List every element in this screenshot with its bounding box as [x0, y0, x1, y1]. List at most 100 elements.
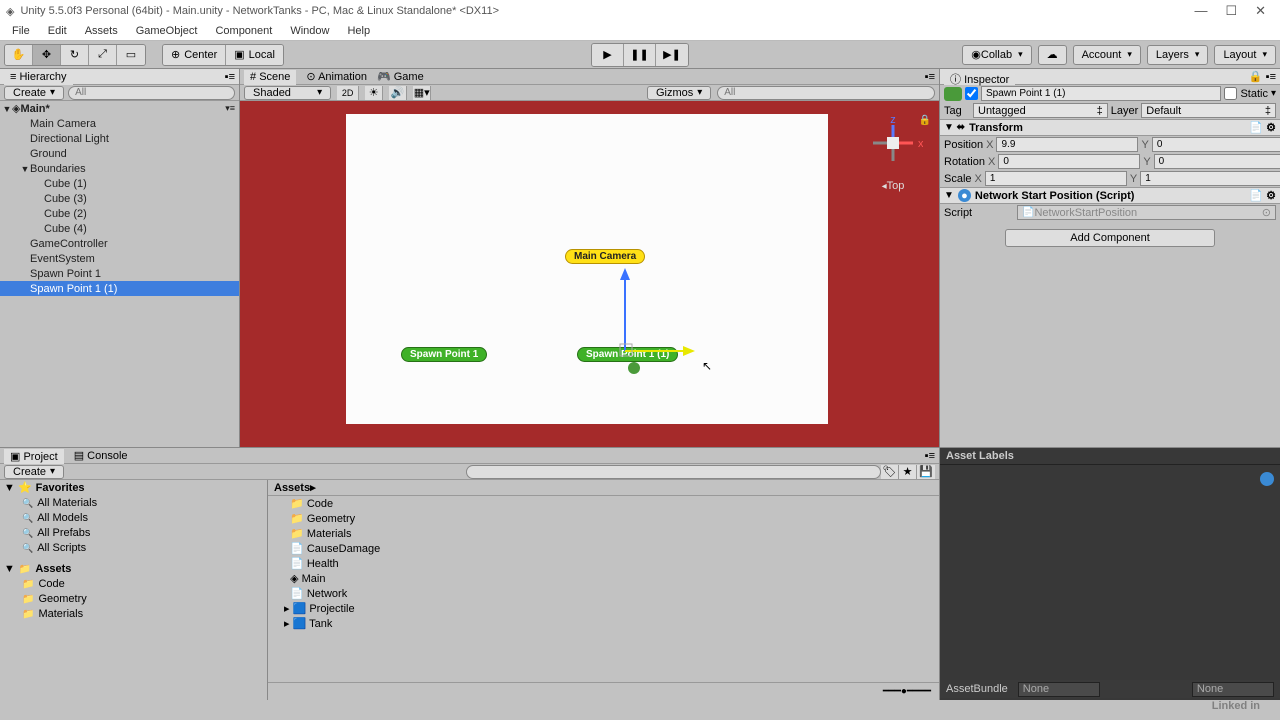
favorite-item[interactable]: All Scripts — [0, 540, 267, 555]
project-menu-icon[interactable]: ▪≡ — [925, 450, 935, 462]
hierarchy-item[interactable]: Directional Light — [0, 131, 239, 146]
panel-menu-icon[interactable]: ▪≡ — [225, 71, 235, 83]
shading-dropdown[interactable]: Shaded ▾ — [244, 86, 331, 100]
hierarchy-item[interactable]: EventSystem — [0, 251, 239, 266]
hierarchy-item[interactable]: Spawn Point 1 (1) — [0, 281, 239, 296]
scene-root[interactable]: ▼◈ Main*▾≡ — [0, 101, 239, 116]
hierarchy-item[interactable]: Spawn Point 1 — [0, 266, 239, 281]
account-dropdown[interactable]: Account — [1073, 45, 1141, 65]
project-item[interactable]: ▸ 🟦 Tank — [268, 616, 939, 631]
pause-button[interactable]: ❚❚ — [624, 44, 656, 66]
step-button[interactable]: ▶❚ — [656, 44, 688, 66]
asset-label-add-icon[interactable] — [1260, 472, 1274, 486]
favorite-item[interactable]: All Models — [0, 510, 267, 525]
inspector-tab[interactable]: ⓘ Inspector — [944, 70, 1015, 85]
asset-folder-item[interactable]: Materials — [0, 606, 267, 621]
lock-icon[interactable]: 🔒 — [919, 115, 931, 126]
orientation-gizmo[interactable]: z x ◂Top — [863, 113, 923, 192]
active-checkbox[interactable] — [965, 87, 978, 100]
2d-toggle[interactable]: 2D — [337, 86, 359, 100]
hierarchy-create-dropdown[interactable]: Create ▾ — [4, 86, 64, 100]
scale-y-field[interactable] — [1140, 171, 1280, 186]
hierarchy-item[interactable]: ▼Boundaries — [0, 161, 239, 176]
script-field[interactable]: 📄NetworkStartPosition⊙ — [1017, 205, 1276, 220]
project-create-dropdown[interactable]: Create ▾ — [4, 465, 64, 479]
search-filter-icon[interactable]: 🏷 — [881, 465, 899, 479]
hierarchy-search[interactable] — [68, 86, 235, 100]
asset-folder-item[interactable]: Geometry — [0, 591, 267, 606]
cloud-button[interactable]: ☁ — [1038, 45, 1067, 65]
project-item[interactable]: 📁 Code — [268, 496, 939, 511]
object-name-field[interactable] — [981, 86, 1221, 101]
tab-animation[interactable]: ⊙ Animation — [306, 70, 367, 83]
maximize-icon[interactable]: ☐ — [1225, 3, 1237, 19]
hierarchy-item[interactable]: Ground — [0, 146, 239, 161]
move-gizmo-icon[interactable] — [610, 266, 700, 376]
asset-folder-item[interactable]: Code — [0, 576, 267, 591]
audio-toggle-icon[interactable]: 🔊 — [389, 86, 407, 100]
hierarchy-item[interactable]: GameController — [0, 236, 239, 251]
menu-edit[interactable]: Edit — [48, 25, 67, 37]
hierarchy-item[interactable]: Main Camera — [0, 116, 239, 131]
scene-view[interactable]: Main Camera Spawn Point 1 Spawn Point 1 … — [240, 101, 939, 447]
static-checkbox[interactable] — [1224, 87, 1237, 100]
move-tool-icon[interactable]: ✥ — [33, 45, 61, 65]
project-tab[interactable]: ▣ Project — [4, 449, 64, 464]
tag-dropdown[interactable]: Untagged‡ — [973, 103, 1108, 118]
assets-header[interactable]: ▼ Assets — [0, 561, 267, 576]
layers-dropdown[interactable]: Layers — [1147, 45, 1209, 65]
transform-header[interactable]: ▼ ⬌ Transform📄 ⚙ — [940, 119, 1280, 136]
minimize-icon[interactable]: — — [1194, 3, 1207, 19]
favorites-header[interactable]: ▼ ⭐ Favorites — [0, 480, 267, 495]
gizmos-dropdown[interactable]: Gizmos ▾ — [647, 86, 711, 100]
menu-help[interactable]: Help — [347, 25, 370, 37]
scale-tool-icon[interactable]: ⤢ — [89, 45, 117, 65]
menu-assets[interactable]: Assets — [85, 25, 118, 37]
search-save-icon[interactable]: 💾 — [917, 465, 935, 479]
network-start-position-header[interactable]: ▼ ● Network Start Position (Script)📄 ⚙ — [940, 187, 1280, 204]
scene-menu-icon[interactable]: ▪≡ — [925, 71, 935, 83]
rotation-x-field[interactable] — [998, 154, 1140, 169]
project-item[interactable]: 📄 Health — [268, 556, 939, 571]
project-breadcrumb[interactable]: Assets ▸ — [268, 480, 939, 496]
hierarchy-item[interactable]: Cube (4) — [0, 221, 239, 236]
favorite-item[interactable]: All Materials — [0, 495, 267, 510]
menu-component[interactable]: Component — [215, 25, 272, 37]
assetbundle-dropdown[interactable]: None — [1018, 682, 1100, 697]
tab-game[interactable]: 🎮 Game — [377, 70, 424, 83]
project-item[interactable]: 📁 Materials — [268, 526, 939, 541]
icon-size-slider[interactable]: ━━━●━━━━ — [883, 686, 931, 697]
project-item[interactable]: ◈ Main — [268, 571, 939, 586]
search-type-icon[interactable]: ★ — [899, 465, 917, 479]
hierarchy-item[interactable]: Cube (2) — [0, 206, 239, 221]
menu-window[interactable]: Window — [290, 25, 329, 37]
collab-dropdown[interactable]: ◉ Collab — [962, 45, 1031, 65]
spawn-point-1-label[interactable]: Spawn Point 1 — [401, 347, 487, 362]
layout-dropdown[interactable]: Layout — [1214, 45, 1276, 65]
pivot-button[interactable]: ⊕ Center — [163, 45, 225, 65]
favorite-item[interactable]: All Prefabs — [0, 525, 267, 540]
hand-tool-icon[interactable]: ✋ — [5, 45, 33, 65]
hierarchy-item[interactable]: Cube (1) — [0, 176, 239, 191]
menu-file[interactable]: File — [12, 25, 30, 37]
project-search[interactable] — [466, 465, 881, 479]
project-item[interactable]: 📄 CauseDamage — [268, 541, 939, 556]
hierarchy-item[interactable]: Cube (3) — [0, 191, 239, 206]
position-x-field[interactable] — [996, 137, 1138, 152]
project-item[interactable]: 📄 Network — [268, 586, 939, 601]
rotation-y-field[interactable] — [1154, 154, 1280, 169]
layer-dropdown[interactable]: Default‡ — [1141, 103, 1276, 118]
rotate-tool-icon[interactable]: ↻ — [61, 45, 89, 65]
assetbundle-variant-dropdown[interactable]: None — [1192, 682, 1274, 697]
lighting-toggle-icon[interactable]: ☀ — [365, 86, 383, 100]
camera-label[interactable]: Main Camera — [565, 249, 645, 264]
menu-gameobject[interactable]: GameObject — [136, 25, 198, 37]
fx-toggle-icon[interactable]: ▦▾ — [413, 86, 431, 100]
project-item[interactable]: 📁 Geometry — [268, 511, 939, 526]
console-tab[interactable]: ▤ Console — [74, 449, 128, 462]
add-component-button[interactable]: Add Component — [1005, 229, 1215, 247]
rect-tool-icon[interactable]: ▭ — [117, 45, 145, 65]
hierarchy-tab[interactable]: ≡ Hierarchy — [4, 70, 73, 85]
space-button[interactable]: ▣ Local — [225, 45, 283, 65]
scale-x-field[interactable] — [985, 171, 1127, 186]
